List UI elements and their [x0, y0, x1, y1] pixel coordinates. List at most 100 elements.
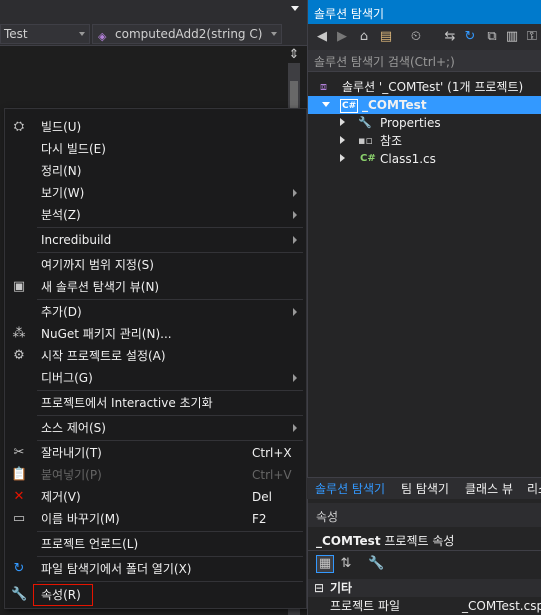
property-row[interactable]: 프로젝트 파일 _COMTest.cspro	[308, 597, 541, 615]
submenu-arrow-icon	[293, 424, 297, 432]
tab-resource-view[interactable]: 리소	[527, 481, 541, 497]
explorer-tab-strip: 솔루션 탐색기 팀 탐색기 클래스 뷰 리소	[307, 477, 541, 499]
menu-item-label: 속성(R)	[41, 588, 81, 602]
tree-node-class-file[interactable]: C# Class1.cs	[308, 150, 541, 168]
expand-arrow-icon[interactable]	[340, 136, 345, 144]
chevron-down-icon	[79, 32, 85, 36]
collapse-icon[interactable]: ⊟	[314, 579, 324, 597]
panel-title: 솔루션 탐색기	[314, 7, 385, 21]
switch-views-icon[interactable]: ▤	[378, 29, 394, 45]
submenu-arrow-icon	[293, 211, 297, 219]
solution-search-input[interactable]: 솔루션 탐색기 검색(Ctrl+;)	[308, 50, 541, 72]
property-value: _COMTest.cspro	[462, 599, 541, 613]
menu-item-rename[interactable]: ▭ 이름 바꾸기(M) F2	[7, 508, 305, 530]
delete-icon: ✕	[13, 489, 25, 504]
csharp-project-icon: C#	[340, 99, 359, 113]
menu-separator	[37, 440, 303, 441]
menu-item-label: 보기(W)	[41, 186, 85, 200]
paste-icon: 📋	[11, 467, 28, 482]
submenu-arrow-icon	[293, 308, 297, 316]
menu-item-label: 이름 바꾸기(M)	[41, 512, 120, 526]
collapse-all-icon[interactable]: ⧉	[484, 29, 500, 45]
menu-item-label: 붙여넣기(P)	[41, 468, 102, 482]
type-dropdown[interactable]: Test	[0, 24, 90, 44]
menu-item-clean[interactable]: 정리(N)	[7, 160, 305, 182]
split-editor-icon[interactable]: ⇕	[285, 46, 303, 64]
submenu-arrow-icon	[293, 189, 297, 197]
menu-item-shortcut: F2	[252, 512, 267, 526]
alphabetical-icon[interactable]: ⇅	[338, 556, 354, 572]
menu-item-set-startup[interactable]: ⚙ 시작 프로젝트로 설정(A)	[7, 345, 305, 367]
menu-item-remove[interactable]: ✕ 제거(V) Del	[7, 486, 305, 508]
menu-separator	[37, 531, 303, 532]
properties-icon[interactable]: ⚿	[524, 29, 540, 45]
tree-node-label: Properties	[380, 116, 441, 130]
expand-arrow-icon[interactable]	[322, 102, 330, 107]
menu-item-label: NuGet 패키지 관리(N)...	[41, 327, 172, 341]
forward-icon[interactable]: ▶	[334, 29, 350, 45]
menu-item-label: 파일 탐색기에서 폴더 열기(X)	[41, 562, 192, 576]
menu-item-label: 새 솔루션 탐색기 뷰(N)	[41, 280, 160, 294]
menu-item-new-solution-view[interactable]: ▣ 새 솔루션 탐색기 뷰(N)	[7, 276, 305, 298]
menu-item-shortcut: Del	[252, 490, 272, 504]
tree-node-project[interactable]: C# _COMTest	[308, 96, 541, 114]
object-label: _COMTest 프로젝트 속성	[316, 532, 454, 549]
project-context-menu: ⛭ 빌드(U) 다시 빌드(E) 정리(N) 보기(W) 분석(Z) Incre…	[4, 108, 307, 609]
categorized-icon[interactable]: ▦	[316, 555, 334, 573]
tab-list-dropdown-icon[interactable]	[291, 6, 299, 11]
expand-arrow-icon[interactable]	[340, 154, 345, 162]
menu-item-label: 다시 빌드(E)	[41, 142, 106, 156]
tree-node-solution[interactable]: ⧈ 솔루션 '_COMTest' (1개 프로젝트)	[308, 78, 541, 96]
tab-solution-explorer[interactable]: 솔루션 탐색기	[315, 481, 385, 497]
menu-item-incredibuild[interactable]: Incredibuild	[7, 229, 305, 251]
submenu-arrow-icon	[293, 236, 297, 244]
menu-item-view[interactable]: 보기(W)	[7, 182, 305, 204]
menu-item-build[interactable]: ⛭ 빌드(U)	[7, 116, 305, 138]
object-suffix: 프로젝트 속성	[380, 534, 455, 548]
object-selector[interactable]: _COMTest 프로젝트 속성	[308, 527, 541, 551]
csharp-file-icon: C#	[360, 153, 376, 164]
menu-separator	[37, 556, 303, 557]
menu-item-label: 분석(Z)	[41, 208, 81, 222]
home-icon[interactable]: ⌂	[356, 29, 372, 45]
menu-separator	[37, 390, 303, 391]
back-icon[interactable]: ◀	[314, 29, 330, 45]
menu-item-rebuild[interactable]: 다시 빌드(E)	[7, 138, 305, 160]
menu-item-label: Incredibuild	[41, 233, 112, 247]
refresh-arrow-icon: ↻	[13, 561, 25, 576]
menu-item-label: 정리(N)	[41, 164, 82, 178]
pending-changes-icon[interactable]: ⏲	[408, 29, 424, 45]
menu-item-unload-project[interactable]: 프로젝트 언로드(L)	[7, 533, 305, 555]
menu-item-interactive-init[interactable]: 프로젝트에서 Interactive 초기화	[7, 392, 305, 414]
menu-item-label: 제거(V)	[41, 490, 81, 504]
menu-item-add[interactable]: 추가(D)	[7, 301, 305, 323]
menu-item-paste[interactable]: 📋 붙여넣기(P) Ctrl+V	[7, 464, 305, 486]
menu-item-scope-to-this[interactable]: 여기까지 범위 지정(S)	[7, 254, 305, 276]
tree-node-properties[interactable]: 🔧 Properties	[308, 114, 541, 132]
sync-icon[interactable]: ⇆	[442, 29, 458, 45]
menu-item-source-control[interactable]: 소스 제어(S)	[7, 417, 305, 439]
menu-item-manage-nuget[interactable]: ⁂ NuGet 패키지 관리(N)...	[7, 323, 305, 345]
property-pages-icon[interactable]: 🔧	[368, 556, 384, 572]
menu-item-label: 프로젝트에서 Interactive 초기화	[41, 396, 213, 410]
member-dropdown[interactable]: ◈ computedAdd2(string C)	[92, 24, 282, 44]
expand-arrow-icon[interactable]	[340, 118, 345, 126]
menu-item-shortcut: Ctrl+V	[252, 468, 292, 482]
menu-item-properties[interactable]: 🔧 속성(R)	[7, 584, 305, 606]
refresh-icon[interactable]: ↻	[462, 29, 478, 45]
solution-explorer-title-bar: 솔루션 탐색기	[308, 0, 541, 24]
menu-item-debug[interactable]: 디버그(G)	[7, 367, 305, 389]
tab-class-view[interactable]: 클래스 뷰	[465, 481, 513, 497]
tab-team-explorer[interactable]: 팀 탐색기	[401, 481, 449, 497]
solution-explorer: 솔루션 탐색기 ◀ ▶ ⌂ ▤ ⏲ ⇆ ↻ ⧉ ▥ ⚿ 솔루션 탐색기 검색(C…	[307, 0, 541, 503]
wrench-icon: 🔧	[358, 116, 372, 129]
menu-item-analyze[interactable]: 분석(Z)	[7, 204, 305, 226]
method-icon: ◈	[98, 30, 107, 43]
tree-node-label: Class1.cs	[380, 152, 436, 166]
tree-node-references[interactable]: ▪▫ 참조	[308, 132, 541, 150]
menu-item-open-in-explorer[interactable]: ↻ 파일 탐색기에서 폴더 열기(X)	[7, 558, 305, 580]
menu-item-cut[interactable]: ✂ 잘라내기(T) Ctrl+X	[7, 442, 305, 464]
show-all-files-icon[interactable]: ▥	[504, 29, 520, 45]
chevron-down-icon	[271, 32, 277, 36]
property-category[interactable]: ⊟ 기타	[308, 579, 541, 597]
